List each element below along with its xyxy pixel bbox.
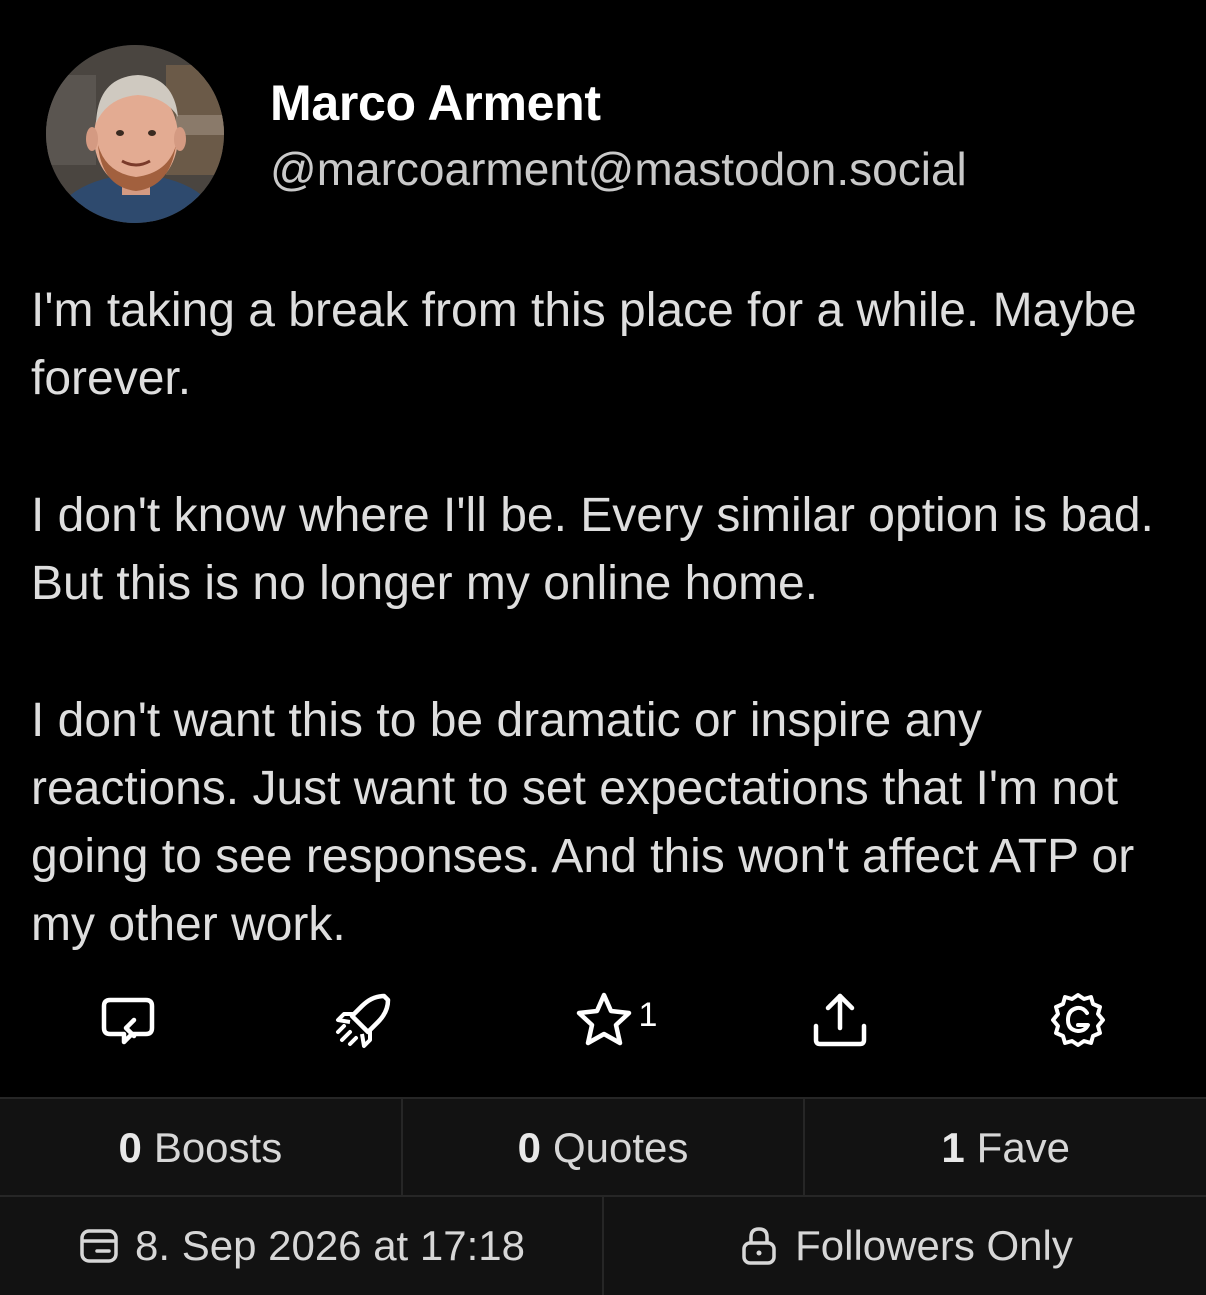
post-paragraph: I don't want this to be dramatic or insp…	[31, 694, 1135, 951]
visibility-text: Followers Only	[795, 1222, 1073, 1269]
author-name[interactable]: Marco Arment	[270, 74, 601, 132]
avatar[interactable]	[46, 45, 224, 223]
calendar-icon	[80, 1229, 118, 1263]
more-options-button[interactable]	[1038, 980, 1118, 1060]
favorite-button[interactable]: 1	[560, 980, 670, 1060]
gear-icon	[1051, 993, 1105, 1047]
star-icon	[576, 992, 631, 1046]
faves-count: 1	[941, 1124, 965, 1171]
share-upload-icon	[813, 993, 867, 1047]
post-paragraph: I'm taking a break from this place for a…	[31, 284, 1137, 405]
author-handle[interactable]: @marcoarment@mastodon.social	[270, 142, 967, 196]
post-content: I'm taking a break from this place for a…	[31, 277, 1191, 959]
profile-photo-icon	[46, 45, 224, 223]
meta-row: 8. Sep 2026 at 17:18 Followers Only	[0, 1195, 1206, 1295]
favorite-count: 1	[638, 995, 658, 1034]
reply-bubble-icon	[101, 997, 155, 1045]
quotes-stat[interactable]: 0 Quotes	[403, 1099, 806, 1197]
share-button[interactable]	[800, 980, 880, 1060]
boost-button[interactable]	[322, 980, 406, 1060]
boosts-count: 0	[118, 1124, 142, 1171]
boosts-label: Boosts	[153, 1124, 283, 1171]
post-detail: Marco Arment @marcoarment@mastodon.socia…	[0, 0, 1206, 1295]
stats-row: 0 Boosts 0 Quotes 1 Fave	[0, 1097, 1206, 1197]
post-paragraph: I don't know where I'll be. Every simila…	[31, 489, 1154, 610]
post-timestamp: 8. Sep 2026 at 17:18	[0, 1197, 604, 1295]
action-bar: 1	[0, 980, 1206, 1060]
lock-icon	[742, 1227, 776, 1265]
visibility-indicator: Followers Only	[604, 1197, 1206, 1295]
rocket-boost-icon	[336, 993, 391, 1048]
reply-button[interactable]	[88, 980, 168, 1060]
boosts-stat[interactable]: 0 Boosts	[0, 1099, 403, 1197]
quotes-count: 0	[517, 1124, 541, 1171]
faves-stat[interactable]: 1 Fave	[805, 1099, 1206, 1197]
faves-label: Fave	[976, 1124, 1071, 1171]
quotes-label: Quotes	[552, 1124, 689, 1171]
timestamp-text: 8. Sep 2026 at 17:18	[135, 1222, 525, 1269]
